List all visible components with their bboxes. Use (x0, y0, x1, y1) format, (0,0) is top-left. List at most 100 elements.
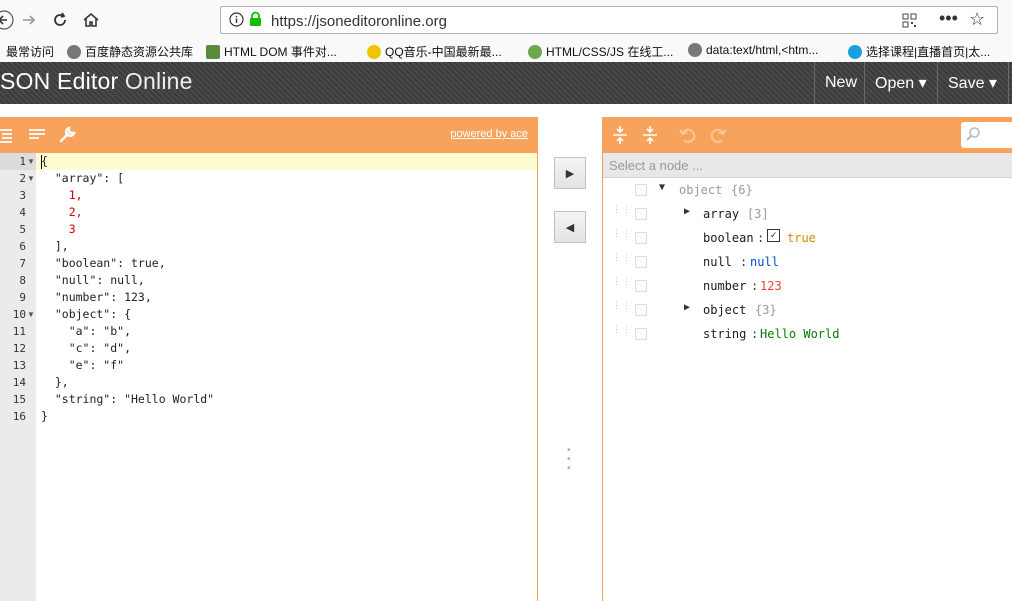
fold-toggle-icon[interactable]: ▼ (27, 174, 35, 183)
expanded-caret-icon[interactable]: ▼ (659, 182, 665, 193)
drag-handle-icon[interactable]: ⋮⋮ (612, 326, 631, 340)
undo-icon[interactable] (678, 125, 698, 145)
forward-icon[interactable] (17, 8, 41, 32)
tree-node-null[interactable]: ⋮⋮ null : null (603, 250, 1012, 274)
line-number: 4 (19, 206, 26, 219)
back-icon[interactable] (0, 8, 16, 32)
tree-node-object[interactable]: ⋮⋮ ▶ object {3} (603, 298, 1012, 322)
node-navigation-bar[interactable]: Select a node ... (603, 153, 1012, 178)
format-icon[interactable] (0, 125, 16, 145)
code-editor-panel: powered by ace 1 2 3 4 5 6 7 8 9 10 11 1… (0, 117, 538, 601)
fold-toggle-icon[interactable]: ▼ (27, 310, 35, 319)
boolean-checkbox[interactable]: ✓ (767, 229, 780, 242)
app-title: SON Editor Online (0, 68, 193, 94)
code-line: "null": null, (41, 273, 145, 287)
code-line: "number": 123, (41, 290, 152, 304)
tree-view: ▼ object {6} ⋮⋮ ▶ array [3] ⋮⋮ boolean :… (603, 178, 1012, 598)
line-number: 16 (12, 410, 26, 423)
code-line: "e": "f" (41, 358, 125, 372)
fold-toggle-icon[interactable]: ▼ (27, 157, 35, 166)
line-number: 5 (19, 223, 26, 236)
url-text[interactable]: https://jsoneditoronline.org (271, 13, 447, 30)
compact-icon[interactable] (27, 125, 47, 145)
code-line: 2, (41, 205, 83, 219)
code-line: { (41, 154, 48, 168)
search-icon (965, 126, 981, 145)
copy-to-code-button[interactable]: ◀ (554, 211, 586, 243)
line-number: 11 (12, 325, 26, 338)
menu-divider (1008, 62, 1009, 104)
context-menu-button[interactable] (635, 232, 647, 244)
open-button[interactable]: Open ▾ (864, 62, 937, 104)
context-menu-button[interactable] (635, 256, 647, 268)
line-number-gutter: 1 2 3 4 5 6 7 8 9 10 11 12 13 14 15 16 ▼… (0, 153, 36, 601)
globe-icon (67, 44, 81, 59)
line-number: 7 (19, 257, 26, 270)
line-number: 1 (19, 155, 26, 168)
line-number: 2 (19, 172, 26, 185)
bookmark-item[interactable]: 最常访问 (6, 43, 54, 60)
expand-all-icon[interactable] (611, 125, 631, 145)
qr-code-icon[interactable] (902, 13, 917, 31)
drag-handle-icon[interactable]: ⋮⋮ (612, 206, 631, 220)
drag-handle-icon[interactable]: ⋮⋮ (612, 254, 631, 268)
drag-handle-icon[interactable]: ⋮⋮ (612, 302, 631, 316)
bookmark-item[interactable]: QQ音乐-中国最新最... (367, 43, 502, 60)
code-line: "c": "d", (41, 341, 132, 355)
bookmarks-bar: 最常访问 百度静态资源公共库 HTML DOM 事件对... QQ音乐-中国最新… (0, 40, 1012, 63)
bookmark-item[interactable]: 百度静态资源公共库 (67, 43, 193, 60)
tree-node-root[interactable]: ▼ object {6} (603, 178, 1012, 202)
powered-by-ace-link[interactable]: powered by ace (450, 128, 528, 140)
tree-editor-panel: Select a node ... ▼ object {6} ⋮⋮ ▶ arra… (602, 117, 1012, 601)
collapsed-caret-icon[interactable]: ▶ (684, 302, 690, 313)
line-number: 9 (19, 291, 26, 304)
globe-icon (688, 43, 702, 57)
context-menu-button[interactable] (635, 184, 647, 196)
code-line: "boolean": true, (41, 256, 166, 270)
panel-splitter-handle[interactable]: • • • (567, 446, 571, 474)
code-line: }, (41, 375, 69, 389)
code-line: ], (41, 239, 69, 253)
tree-node-number[interactable]: ⋮⋮ number : 123 (603, 274, 1012, 298)
drag-handle-icon[interactable]: ⋮⋮ (612, 278, 631, 292)
bookmark-item[interactable]: data:text/html,<htm... (688, 43, 818, 57)
redo-icon[interactable] (708, 125, 728, 145)
context-menu-button[interactable] (635, 328, 647, 340)
repair-wrench-icon[interactable] (57, 125, 77, 145)
bookmark-item[interactable]: HTML/CSS/JS 在线工... (528, 43, 673, 60)
tree-node-boolean[interactable]: ⋮⋮ boolean : ✓ true (603, 226, 1012, 250)
bookmark-item[interactable]: 选择课程|直播首页|太... (848, 43, 990, 60)
line-number: 15 (12, 393, 26, 406)
code-line: 1, (41, 188, 83, 202)
collapse-all-icon[interactable] (641, 125, 661, 145)
context-menu-button[interactable] (635, 304, 647, 316)
save-button[interactable]: Save ▾ (937, 62, 1007, 104)
code-line: "a": "b", (41, 324, 132, 338)
info-icon[interactable] (229, 12, 244, 30)
line-number: 14 (12, 376, 26, 389)
browser-toolbar: https://jsoneditoronline.org ••• ☆ (0, 0, 1012, 40)
active-line-highlight (36, 153, 537, 170)
bookmark-star-icon[interactable]: ☆ (969, 9, 985, 30)
more-actions-icon[interactable]: ••• (939, 8, 958, 29)
drag-handle-icon[interactable]: ⋮⋮ (612, 230, 631, 244)
tree-node-string[interactable]: ⋮⋮ string : Hello World (603, 322, 1012, 346)
reload-icon[interactable] (48, 8, 72, 32)
new-button[interactable]: New (814, 62, 867, 104)
collapsed-caret-icon[interactable]: ▶ (684, 206, 690, 217)
code-line: "string": "Hello World" (41, 392, 215, 406)
context-menu-button[interactable] (635, 208, 647, 220)
code-line: } (41, 409, 48, 423)
site-icon (206, 44, 220, 59)
home-icon[interactable] (79, 8, 103, 32)
qq-music-icon (367, 44, 381, 59)
url-bar[interactable]: https://jsoneditoronline.org ••• ☆ (220, 6, 998, 34)
copy-to-tree-button[interactable]: ▶ (554, 157, 586, 189)
bookmark-item[interactable]: HTML DOM 事件对... (206, 43, 337, 60)
tree-node-array[interactable]: ⋮⋮ ▶ array [3] (603, 202, 1012, 226)
line-number: 13 (12, 359, 26, 372)
context-menu-button[interactable] (635, 280, 647, 292)
line-number: 3 (19, 189, 26, 202)
search-input[interactable] (961, 122, 1012, 148)
site-icon (848, 44, 862, 59)
